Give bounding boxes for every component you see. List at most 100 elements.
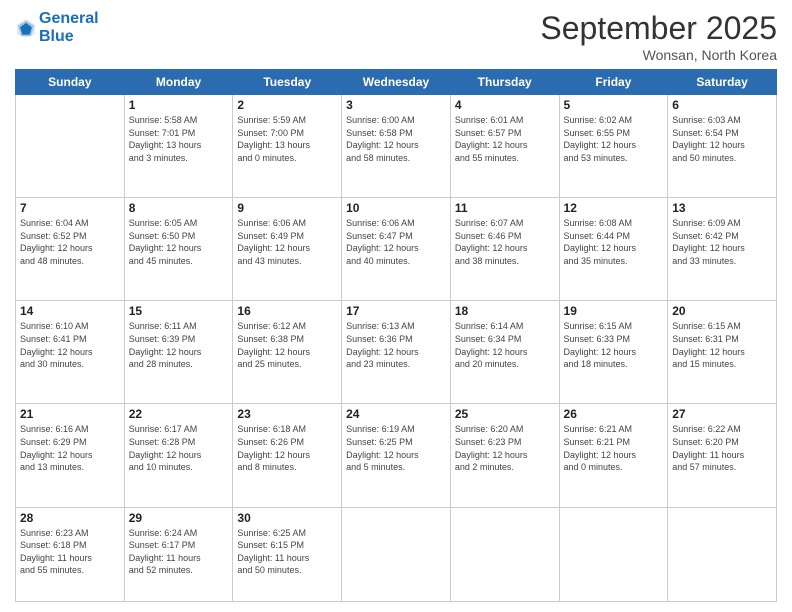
day-info: Sunrise: 6:14 AM Sunset: 6:34 PM Dayligh… [455,320,555,370]
calendar-cell: 29 Sunrise: 6:24 AM Sunset: 6:17 PM Dayli… [124,507,233,601]
month-title: September 2025 [540,10,777,47]
day-info: Sunrise: 5:59 AM Sunset: 7:00 PM Dayligh… [237,114,337,164]
day-info: Sunrise: 6:16 AM Sunset: 6:29 PM Dayligh… [20,423,120,473]
day-number: 29 [129,511,229,525]
day-info: Sunrise: 6:02 AM Sunset: 6:55 PM Dayligh… [564,114,664,164]
day-number: 16 [237,304,337,318]
calendar-cell: 1 Sunrise: 5:58 AM Sunset: 7:01 PM Daylig… [124,95,233,198]
calendar-cell: 12 Sunrise: 6:08 AM Sunset: 6:44 PM Dayli… [559,198,668,301]
day-number: 14 [20,304,120,318]
day-number: 9 [237,201,337,215]
title-block: September 2025 Wonsan, North Korea [540,10,777,63]
day-header-friday: Friday [559,70,668,95]
day-info: Sunrise: 6:00 AM Sunset: 6:58 PM Dayligh… [346,114,446,164]
day-number: 20 [672,304,772,318]
day-number: 25 [455,407,555,421]
day-info: Sunrise: 6:22 AM Sunset: 6:20 PM Dayligh… [672,423,772,473]
calendar-cell: 16 Sunrise: 6:12 AM Sunset: 6:38 PM Dayli… [233,301,342,404]
day-number: 7 [20,201,120,215]
day-info: Sunrise: 5:58 AM Sunset: 7:01 PM Dayligh… [129,114,229,164]
calendar-cell: 20 Sunrise: 6:15 AM Sunset: 6:31 PM Dayli… [668,301,777,404]
day-info: Sunrise: 6:21 AM Sunset: 6:21 PM Dayligh… [564,423,664,473]
calendar-cell: 15 Sunrise: 6:11 AM Sunset: 6:39 PM Dayli… [124,301,233,404]
day-info: Sunrise: 6:13 AM Sunset: 6:36 PM Dayligh… [346,320,446,370]
day-number: 21 [20,407,120,421]
day-info: Sunrise: 6:07 AM Sunset: 6:46 PM Dayligh… [455,217,555,267]
day-info: Sunrise: 6:05 AM Sunset: 6:50 PM Dayligh… [129,217,229,267]
calendar-cell [668,507,777,601]
day-number: 15 [129,304,229,318]
day-info: Sunrise: 6:17 AM Sunset: 6:28 PM Dayligh… [129,423,229,473]
logo: General Blue [15,10,99,45]
calendar-cell: 27Sunrise: 6:22 AM Sunset: 6:20 PM Dayli… [668,404,777,507]
day-number: 30 [237,511,337,525]
day-info: Sunrise: 6:24 AM Sunset: 6:17 PM Dayligh… [129,527,229,577]
calendar-cell: 17Sunrise: 6:13 AM Sunset: 6:36 PM Dayli… [342,301,451,404]
calendar-cell: 26 Sunrise: 6:21 AM Sunset: 6:21 PM Dayli… [559,404,668,507]
calendar-cell [559,507,668,601]
day-info: Sunrise: 6:15 AM Sunset: 6:31 PM Dayligh… [672,320,772,370]
day-info: Sunrise: 6:10 AM Sunset: 6:41 PM Dayligh… [20,320,120,370]
day-number: 28 [20,511,120,525]
calendar-cell: 9 Sunrise: 6:06 AM Sunset: 6:49 PM Daylig… [233,198,342,301]
day-number: 22 [129,407,229,421]
calendar-week-row: 28 Sunrise: 6:23 AM Sunset: 6:18 PM Dayli… [16,507,777,601]
day-number: 5 [564,98,664,112]
calendar-cell: 14 Sunrise: 6:10 AM Sunset: 6:41 PM Dayli… [16,301,125,404]
calendar-cell: 19 Sunrise: 6:15 AM Sunset: 6:33 PM Dayli… [559,301,668,404]
day-number: 26 [564,407,664,421]
calendar-cell [450,507,559,601]
day-number: 10 [346,201,446,215]
day-info: Sunrise: 6:09 AM Sunset: 6:42 PM Dayligh… [672,217,772,267]
location: Wonsan, North Korea [540,47,777,63]
day-info: Sunrise: 6:23 AM Sunset: 6:18 PM Dayligh… [20,527,120,577]
day-number: 19 [564,304,664,318]
logo-icon [15,17,37,39]
day-info: Sunrise: 6:20 AM Sunset: 6:23 PM Dayligh… [455,423,555,473]
calendar-week-row: 14 Sunrise: 6:10 AM Sunset: 6:41 PM Dayli… [16,301,777,404]
day-number: 12 [564,201,664,215]
day-info: Sunrise: 6:08 AM Sunset: 6:44 PM Dayligh… [564,217,664,267]
calendar-cell: 2 Sunrise: 5:59 AM Sunset: 7:00 PM Daylig… [233,95,342,198]
day-number: 8 [129,201,229,215]
day-number: 2 [237,98,337,112]
day-info: Sunrise: 6:06 AM Sunset: 6:49 PM Dayligh… [237,217,337,267]
calendar-cell: 5 Sunrise: 6:02 AM Sunset: 6:55 PM Daylig… [559,95,668,198]
day-header-thursday: Thursday [450,70,559,95]
calendar-week-row: 21 Sunrise: 6:16 AM Sunset: 6:29 PM Dayli… [16,404,777,507]
day-number: 6 [672,98,772,112]
calendar-cell: 4Sunrise: 6:01 AM Sunset: 6:57 PM Daylig… [450,95,559,198]
day-number: 4 [455,98,555,112]
calendar-cell: 30 Sunrise: 6:25 AM Sunset: 6:15 PM Dayli… [233,507,342,601]
day-header-wednesday: Wednesday [342,70,451,95]
calendar-cell: 24 Sunrise: 6:19 AM Sunset: 6:25 PM Dayli… [342,404,451,507]
day-number: 24 [346,407,446,421]
calendar-week-row: 7 Sunrise: 6:04 AM Sunset: 6:52 PM Daylig… [16,198,777,301]
day-info: Sunrise: 6:11 AM Sunset: 6:39 PM Dayligh… [129,320,229,370]
calendar-week-row: 1 Sunrise: 5:58 AM Sunset: 7:01 PM Daylig… [16,95,777,198]
day-header-tuesday: Tuesday [233,70,342,95]
day-info: Sunrise: 6:18 AM Sunset: 6:26 PM Dayligh… [237,423,337,473]
calendar-cell: 23 Sunrise: 6:18 AM Sunset: 6:26 PM Dayli… [233,404,342,507]
calendar-cell [342,507,451,601]
calendar-cell: 6Sunrise: 6:03 AM Sunset: 6:54 PM Daylig… [668,95,777,198]
day-info: Sunrise: 6:25 AM Sunset: 6:15 PM Dayligh… [237,527,337,577]
day-header-sunday: Sunday [16,70,125,95]
day-info: Sunrise: 6:12 AM Sunset: 6:38 PM Dayligh… [237,320,337,370]
day-number: 1 [129,98,229,112]
day-number: 18 [455,304,555,318]
day-info: Sunrise: 6:19 AM Sunset: 6:25 PM Dayligh… [346,423,446,473]
day-info: Sunrise: 6:15 AM Sunset: 6:33 PM Dayligh… [564,320,664,370]
day-info: Sunrise: 6:04 AM Sunset: 6:52 PM Dayligh… [20,217,120,267]
calendar-cell: 25 Sunrise: 6:20 AM Sunset: 6:23 PM Dayli… [450,404,559,507]
calendar-cell [16,95,125,198]
day-number: 13 [672,201,772,215]
calendar-cell: 11 Sunrise: 6:07 AM Sunset: 6:46 PM Dayli… [450,198,559,301]
calendar-cell: 10Sunrise: 6:06 AM Sunset: 6:47 PM Dayli… [342,198,451,301]
header: General Blue September 2025 Wonsan, Nort… [15,10,777,63]
calendar-cell: 8 Sunrise: 6:05 AM Sunset: 6:50 PM Daylig… [124,198,233,301]
day-number: 11 [455,201,555,215]
day-header-monday: Monday [124,70,233,95]
calendar-table: SundayMondayTuesdayWednesdayThursdayFrid… [15,69,777,602]
day-number: 23 [237,407,337,421]
